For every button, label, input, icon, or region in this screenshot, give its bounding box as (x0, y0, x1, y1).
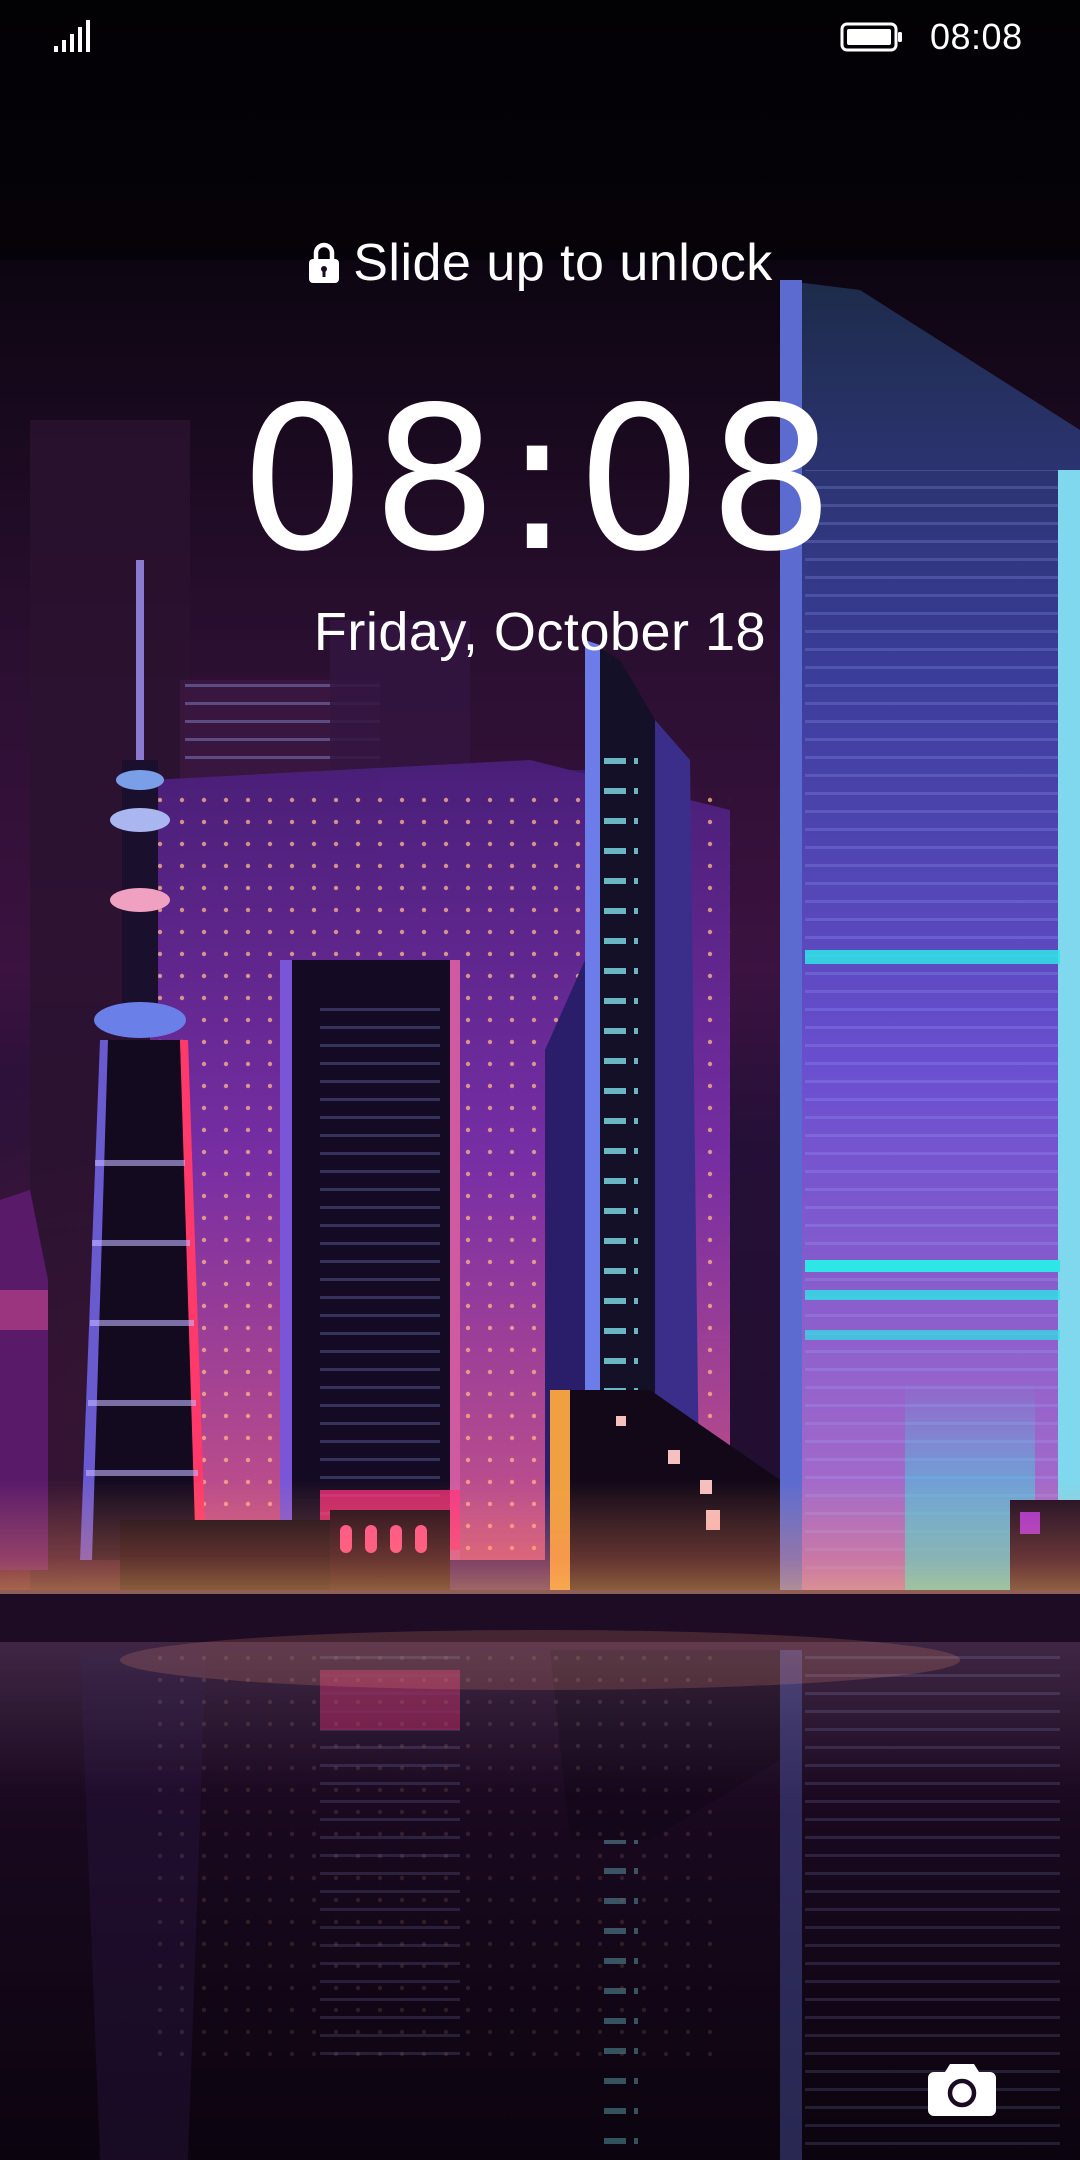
lock-screen-clock: 08:08 (239, 364, 841, 595)
padlock-icon (309, 242, 340, 283)
unlock-hint: Slide up to unlock (0, 228, 1080, 298)
status-bar: 08:08 (0, 0, 1080, 80)
lock-screen-date: Friday, October 18 (313, 602, 767, 662)
battery-full-icon (840, 22, 902, 52)
status-bar-time: 08:08 (930, 16, 1023, 57)
signal-bars-icon (54, 20, 90, 52)
wallpaper-city-skyline (0, 0, 1080, 2160)
lock-screen[interactable]: 08:08 Slide up to unlock 08:08 Friday, O… (0, 0, 1080, 2160)
camera-icon[interactable] (926, 2058, 998, 2118)
unlock-hint-text: Slide up to unlock (353, 234, 773, 292)
